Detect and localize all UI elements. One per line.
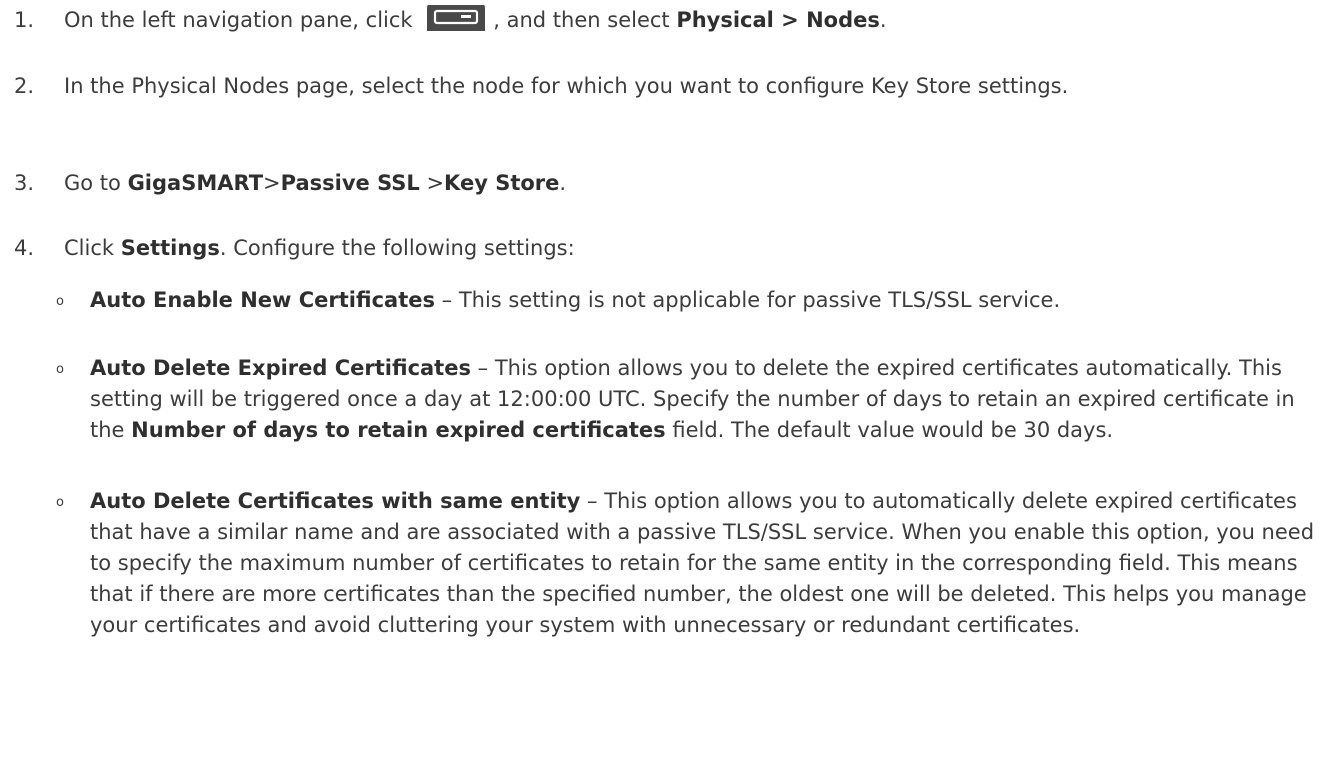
setting-auto-enable: o Auto Enable New Certificates – This se… [0, 285, 1330, 316]
menu-key-store: Key Store [444, 171, 560, 195]
step-text-part: . Configure the following settings: [219, 236, 575, 260]
step-number: 3. [14, 171, 35, 195]
step-text-part: On the left navigation pane, click [64, 8, 420, 32]
settings-label: Settings [120, 236, 220, 260]
step-text: On the left navigation pane, click , and… [64, 5, 1330, 36]
menu-gigasmart: GigaSMART [127, 171, 264, 195]
setting-title: Auto Delete Expired Certificates [90, 356, 471, 380]
step-2: 2. In the Physical Nodes page, select th… [0, 71, 1330, 102]
bullet-icon: o [56, 495, 64, 510]
setting-auto-delete-same-entity: o Auto Delete Certificates with same ent… [0, 486, 1330, 641]
setting-title: Auto Delete Certificates with same entit… [90, 489, 581, 513]
setting-title: Auto Enable New Certificates [90, 288, 435, 312]
menu-passive-ssl: Passive SSL [280, 171, 420, 195]
setting-auto-delete-expired: o Auto Delete Expired Certificates – Thi… [0, 353, 1330, 446]
step-3: 3. Go to GigaSMART>Passive SSL >Key Stor… [0, 168, 1330, 199]
step-text-part: . [559, 171, 567, 195]
path-separator: > [419, 171, 445, 195]
path-separator: > [263, 171, 281, 195]
step-text-part: . [879, 8, 887, 32]
instructions-document: 1. On the left navigation pane, click , … [0, 0, 1341, 774]
step-text: Go to GigaSMART>Passive SSL >Key Store. [64, 168, 1330, 199]
field-name: Number of days to retain expired certifi… [131, 418, 666, 442]
device-panel-icon [427, 5, 486, 31]
step-number: 1. [14, 8, 35, 32]
setting-text: Auto Enable New Certificates – This sett… [90, 285, 1330, 316]
step-1: 1. On the left navigation pane, click , … [0, 5, 1330, 36]
step-text-part: , and then select [493, 8, 677, 32]
setting-text: Auto Delete Expired Certificates – This … [90, 353, 1330, 446]
step-4: 4. Click Settings. Configure the followi… [0, 233, 1330, 264]
step-text-part: Click [64, 236, 121, 260]
menu-path: Physical > Nodes [676, 8, 880, 32]
setting-description: – This setting is not applicable for pas… [434, 288, 1061, 312]
step-text-part: Go to [64, 171, 128, 195]
step-text: In the Physical Nodes page, select the n… [64, 74, 1069, 98]
bullet-icon: o [56, 362, 64, 377]
setting-description: field. The default value would be 30 day… [665, 418, 1114, 442]
step-text: Click Settings. Configure the following … [64, 233, 1330, 264]
setting-text: Auto Delete Certificates with same entit… [90, 486, 1330, 641]
step-number: 4. [14, 236, 35, 260]
step-number: 2. [14, 74, 35, 98]
bullet-icon: o [56, 294, 64, 309]
